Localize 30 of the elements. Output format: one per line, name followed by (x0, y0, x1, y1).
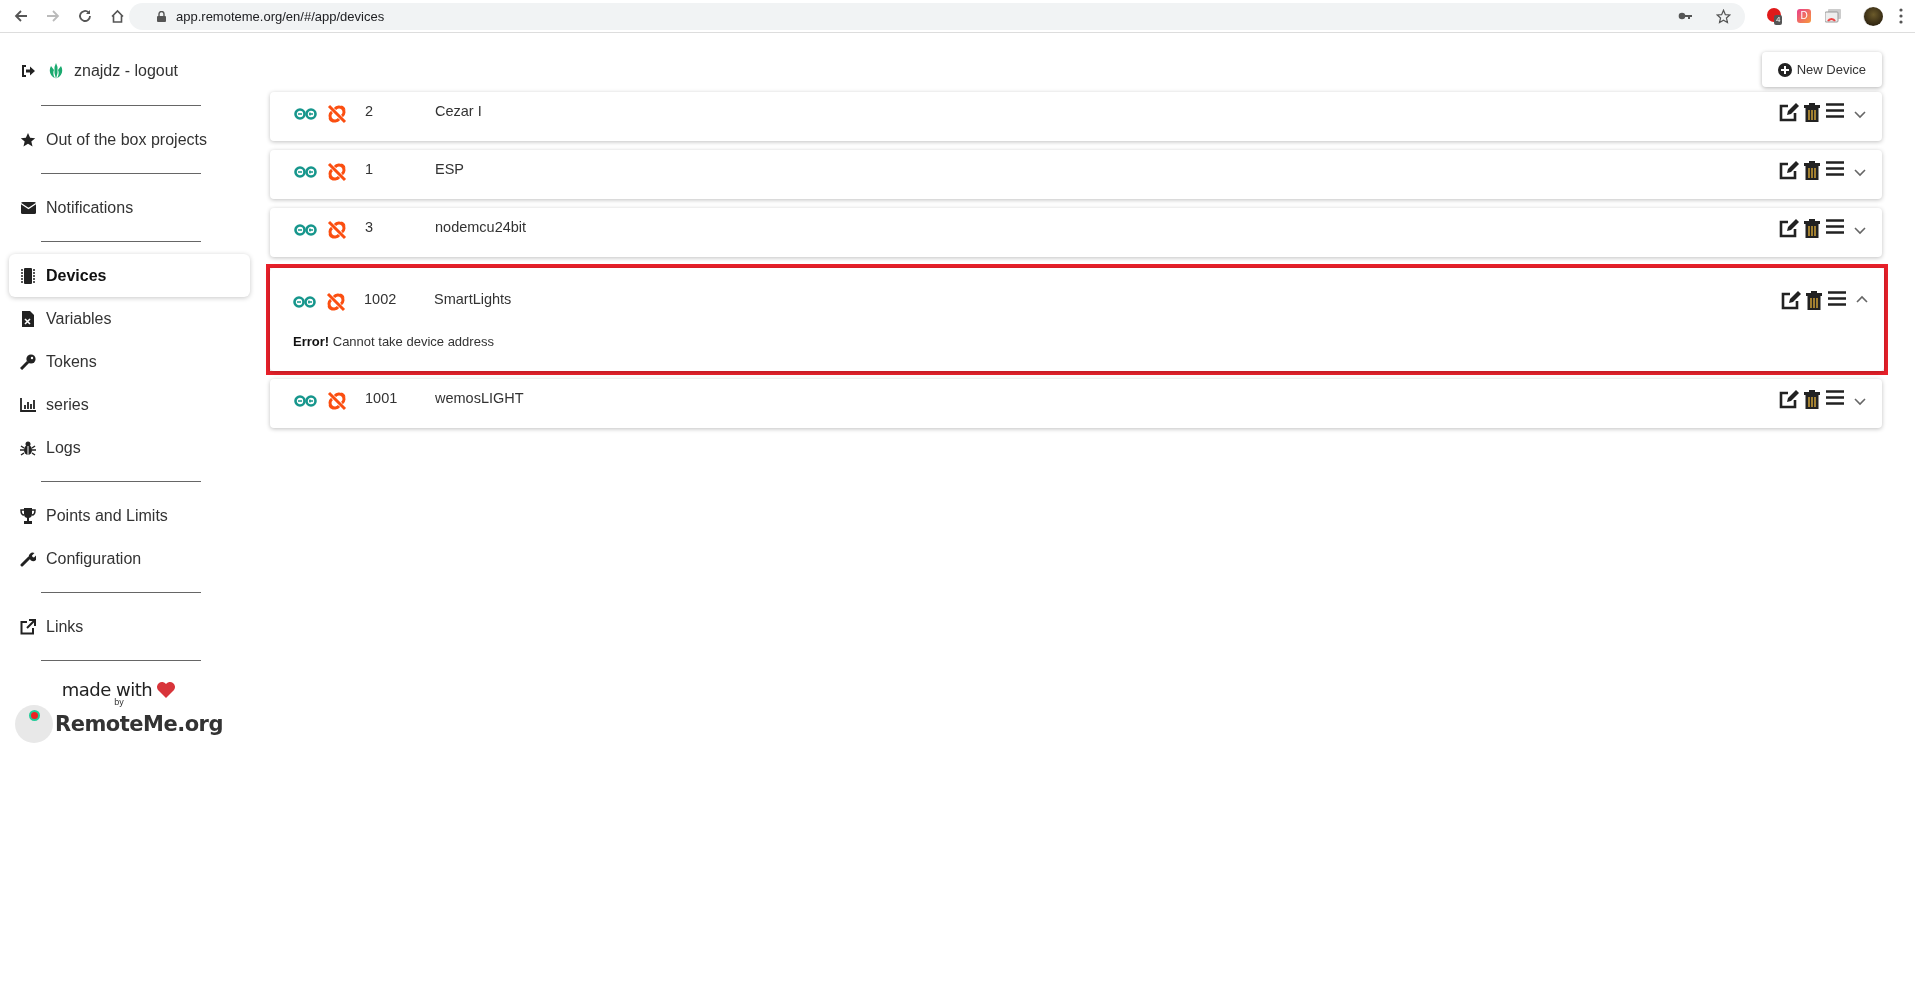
device-name: ESP (435, 161, 464, 177)
address-bar[interactable]: app.remoteme.org/en/#/app/devices (129, 2, 1745, 30)
device-name: Cezar I (435, 103, 482, 119)
extension-badge: 4 (1774, 15, 1783, 25)
device-name: wemosLIGHT (435, 390, 524, 406)
nav-item[interactable]: Tokens (9, 340, 250, 383)
logout-link[interactable]: znajdz - logout (9, 43, 250, 93)
device-name: nodemcu24bit (435, 219, 527, 235)
device-id: 3 (365, 219, 375, 235)
device-id: 1002 (364, 291, 398, 307)
nav-item[interactable]: series (9, 383, 250, 426)
extension-icon[interactable]: 4 (1767, 8, 1783, 24)
device-id: 2 (365, 103, 375, 119)
nav-item[interactable]: Links (9, 605, 250, 648)
brand-logo-text: RemoteMe.org (55, 712, 223, 736)
device-id: 1001 (365, 390, 399, 406)
by-text: by (114, 697, 124, 707)
url-text: app.remoteme.org/en/#/app/devices (176, 8, 385, 24)
nav-item[interactable]: Variables (9, 297, 250, 340)
new-device-button[interactable]: New Device (1761, 52, 1882, 87)
device-name: SmartLights (434, 291, 512, 307)
error-message: Error! Cannot take device address (292, 333, 495, 351)
nav-item[interactable]: Logs (9, 426, 250, 469)
nav-item[interactable]: Out of the box projects (9, 118, 250, 161)
made-with-text: made with (61, 679, 153, 700)
nav-item[interactable]: Devices (9, 254, 250, 297)
nav-item[interactable]: Notifications (9, 186, 250, 229)
nav-item[interactable]: Points and Limits (9, 494, 250, 537)
device-id: 1 (365, 161, 375, 177)
nav-item[interactable]: Configuration (9, 537, 250, 580)
